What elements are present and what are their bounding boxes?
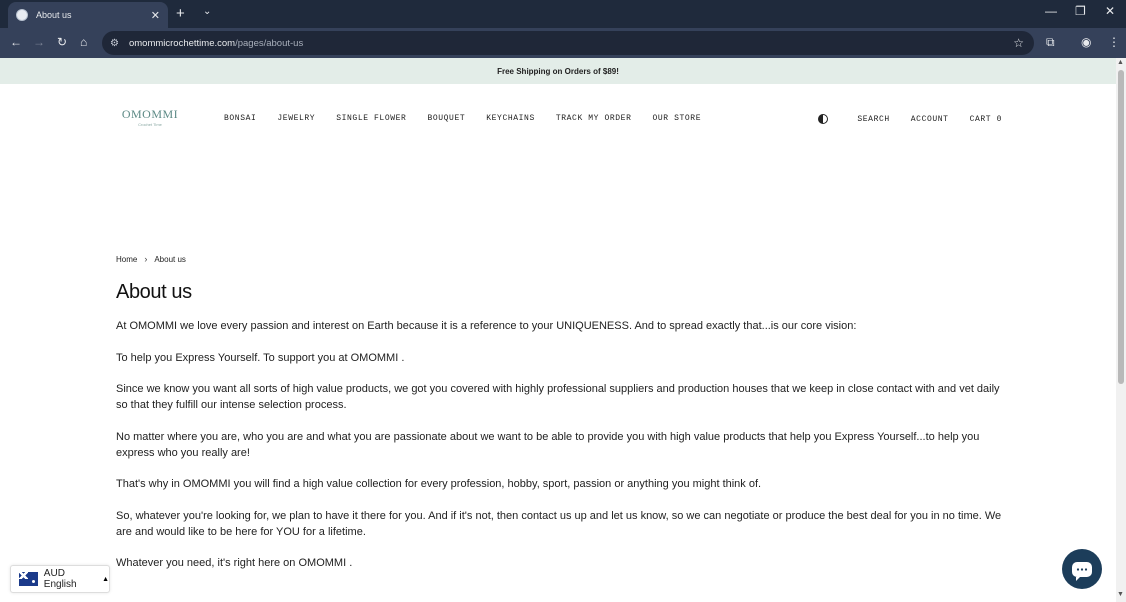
forward-icon[interactable]: → bbox=[33, 35, 45, 49]
nav-item-bonsai[interactable]: BONSAI bbox=[224, 114, 256, 123]
main-content: Home › About us About us At OMOMMI we lo… bbox=[116, 254, 1006, 571]
body-paragraph: No matter where you are, who you are and… bbox=[116, 430, 980, 459]
announcement-bar: Free Shipping on Orders of $89! bbox=[0, 58, 1116, 84]
browser-tab-strip: About us ✕ + ⌄ — ❐ ✕ bbox=[0, 0, 1126, 28]
favicon-icon bbox=[16, 9, 28, 21]
breadcrumb-home[interactable]: Home bbox=[116, 255, 137, 264]
main-nav: BONSAI JEWELRY SINGLE FLOWER BOUQUET KEY… bbox=[224, 114, 701, 123]
logo-text: OMOMMI bbox=[121, 107, 179, 121]
back-icon[interactable]: ← bbox=[10, 35, 22, 49]
chat-icon bbox=[1072, 561, 1092, 581]
home-icon[interactable]: ⌂ bbox=[80, 35, 87, 49]
url-text: omommicrochettime.com/pages/about-us bbox=[128, 37, 304, 49]
chevron-right-icon: › bbox=[144, 254, 148, 264]
tab-title: About us bbox=[36, 10, 72, 20]
site-logo[interactable]: OMOMMI Crochet Time bbox=[121, 107, 179, 135]
browser-toolbar: ← → ↻ ⌂ ⚙ omommicrochettime.com/pages/ab… bbox=[0, 28, 1126, 58]
address-bar[interactable]: ⚙ omommicrochettime.com/pages/about-us ☆ bbox=[102, 31, 1034, 55]
cart-link[interactable]: CART 0 bbox=[970, 115, 1002, 124]
announcement-text: Free Shipping on Orders of $89! bbox=[497, 66, 619, 76]
page-title: About us bbox=[116, 281, 192, 303]
account-link[interactable]: ACCOUNT bbox=[911, 115, 949, 124]
nav-item-our-store[interactable]: OUR STORE bbox=[652, 114, 701, 123]
australia-flag-icon bbox=[19, 572, 38, 586]
scroll-up-icon[interactable]: ▲ bbox=[1117, 59, 1124, 66]
page-viewport: Free Shipping on Orders of $89! OMOMMI C… bbox=[0, 58, 1116, 602]
profile-icon[interactable]: ◉ bbox=[1081, 35, 1091, 49]
caret-up-icon: ▲ bbox=[102, 575, 109, 583]
body-paragraph: So, whatever you're looking for, we plan… bbox=[116, 509, 1002, 538]
breadcrumb: Home › About us bbox=[116, 254, 1006, 264]
nav-item-jewelry[interactable]: JEWELRY bbox=[277, 114, 315, 123]
breadcrumb-current: About us bbox=[154, 254, 186, 264]
browser-tab[interactable]: About us ✕ bbox=[8, 2, 168, 28]
restore-icon[interactable]: ❐ bbox=[1075, 4, 1086, 18]
scroll-thumb[interactable] bbox=[1118, 70, 1124, 384]
currency-selector[interactable]: AUD English ▲ bbox=[10, 565, 110, 593]
close-icon[interactable]: ✕ bbox=[151, 9, 160, 22]
body-paragraph: Whatever you need, it's right here on OM… bbox=[116, 557, 353, 569]
scroll-down-icon[interactable]: ▼ bbox=[1117, 591, 1124, 598]
site-info-icon[interactable]: ⚙ bbox=[110, 38, 119, 49]
page-scrollbar[interactable]: ▲ ▼ bbox=[1116, 58, 1126, 602]
search-link[interactable]: SEARCH bbox=[857, 115, 889, 124]
currency-label: AUD English bbox=[43, 568, 77, 590]
header-actions: SEARCH ACCOUNT CART 0 bbox=[818, 114, 1002, 124]
chat-button[interactable] bbox=[1062, 549, 1102, 589]
chevron-down-icon[interactable]: ⌄ bbox=[203, 6, 211, 17]
nav-item-track-my-order[interactable]: TRACK MY ORDER bbox=[556, 114, 632, 123]
body-paragraph: Since we know you want all sorts of high… bbox=[116, 383, 1000, 411]
extensions-icon[interactable]: ⧉ bbox=[1046, 35, 1055, 50]
menu-icon[interactable]: ⋮ bbox=[1108, 35, 1120, 49]
body-paragraph: At OMOMMI we love every passion and inte… bbox=[116, 320, 857, 332]
window-close-icon[interactable]: ✕ bbox=[1105, 4, 1115, 18]
theme-toggle-icon[interactable] bbox=[818, 114, 829, 124]
site-header: OMOMMI Crochet Time BONSAI JEWELRY SINGL… bbox=[0, 84, 1116, 158]
nav-item-single-flower[interactable]: SINGLE FLOWER bbox=[336, 114, 406, 123]
logo-subtext: Crochet Time bbox=[138, 122, 162, 127]
nav-item-keychains[interactable]: KEYCHAINS bbox=[486, 114, 535, 123]
page-body: At OMOMMI we love every passion and inte… bbox=[116, 318, 1006, 571]
nav-item-bouquet[interactable]: BOUQUET bbox=[427, 114, 465, 123]
minimize-icon[interactable]: — bbox=[1045, 4, 1057, 18]
body-paragraph: That's why in OMOMMI you will find a hig… bbox=[116, 478, 762, 490]
body-paragraph: To help you Express Yourself. To support… bbox=[116, 351, 405, 364]
new-tab-icon[interactable]: + bbox=[176, 5, 185, 22]
reload-icon[interactable]: ↻ bbox=[57, 35, 67, 49]
bookmark-star-icon[interactable]: ☆ bbox=[1013, 36, 1024, 50]
